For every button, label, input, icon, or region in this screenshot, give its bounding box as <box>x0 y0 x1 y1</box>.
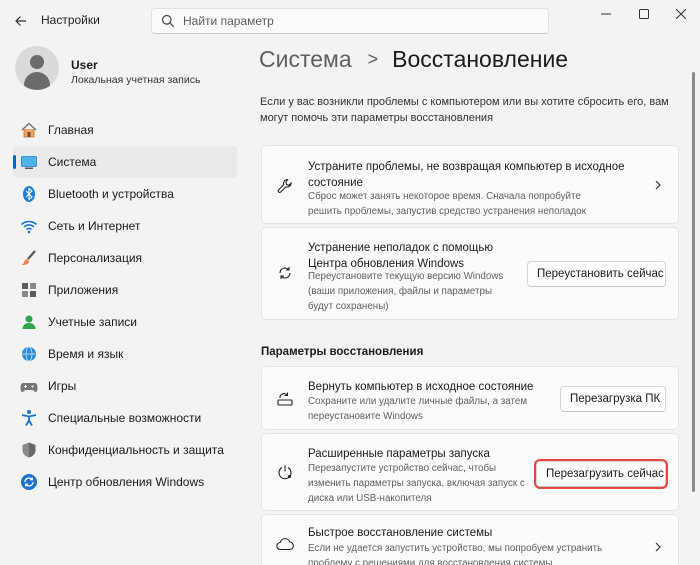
sidebar-item-label: Система <box>48 155 97 169</box>
card-description: Переустановите текущую версию Windows (в… <box>308 271 504 312</box>
card-title: Устраните проблемы, не возвращая компьют… <box>308 161 625 189</box>
brush-icon <box>20 249 38 267</box>
account-type: Локальная учетная запись <box>71 74 201 86</box>
avatar[interactable] <box>15 46 59 90</box>
refresh-icon <box>276 264 294 282</box>
chevron-right-icon <box>655 180 661 190</box>
search-box[interactable] <box>151 8 549 34</box>
sidebar-item-privacy[interactable]: Конфиденциальность и защита <box>13 434 237 466</box>
maximize-button[interactable] <box>627 4 661 24</box>
breadcrumb-separator: > <box>367 49 379 69</box>
close-button[interactable] <box>664 4 698 24</box>
avatar-body <box>24 72 50 90</box>
shield-icon <box>20 441 38 459</box>
sidebar-item-bluetooth[interactable]: Bluetooth и устройства <box>13 178 237 210</box>
breadcrumb-parent[interactable]: Система <box>259 46 352 73</box>
card-description: Сброс может занять некоторое время. Снач… <box>308 191 586 217</box>
system-icon <box>20 153 38 171</box>
search-input[interactable] <box>183 12 533 30</box>
card-title: Расширенные параметры запуска <box>308 448 490 460</box>
sidebar-item-label: Персонализация <box>48 251 143 265</box>
card-description: Сохраните или удалите личные файлы, а за… <box>308 396 528 422</box>
cloud-icon <box>276 535 294 553</box>
scrollbar[interactable] <box>692 72 695 492</box>
fix-problems-card[interactable]: Устраните проблемы, не возвращая компьют… <box>261 145 679 224</box>
sidebar-item-apps[interactable]: Приложения <box>13 274 237 306</box>
card-description: Если не удается запустить устройство, мы… <box>308 543 603 565</box>
windows-update-fix-card: Устранение неполадок с помощью Центра об… <box>261 227 679 320</box>
restart-now-button[interactable]: Перезагрузить сейчас <box>536 461 666 487</box>
reinstall-now-button[interactable]: Переустановить сейчас <box>527 261 666 287</box>
maximize-icon <box>639 9 649 19</box>
sidebar-item-label: Главная <box>48 123 94 137</box>
sidebar-item-accounts[interactable]: Учетные записи <box>13 306 237 338</box>
close-icon <box>676 9 686 19</box>
sidebar-item-time-language[interactable]: Время и язык <box>13 338 237 370</box>
advanced-startup-card: Расширенные параметры запуска Перезапуст… <box>261 433 679 511</box>
reset-icon <box>276 390 294 408</box>
sidebar-item-label: Время и язык <box>48 347 124 361</box>
minimize-icon <box>601 13 611 15</box>
sidebar-item-label: Приложения <box>48 283 119 297</box>
minimize-button[interactable] <box>589 4 623 24</box>
sidebar-item-label: Специальные возможности <box>48 411 202 425</box>
sidebar-item-gaming[interactable]: Игры <box>13 370 237 402</box>
quick-recovery-card[interactable]: Быстрое восстановление системы Если не у… <box>261 514 679 565</box>
sidebar-item-personalization[interactable]: Персонализация <box>13 242 237 274</box>
advanced-startup-icon <box>276 463 294 481</box>
home-icon <box>20 121 38 139</box>
sidebar-item-label: Центр обновления Windows <box>48 475 205 489</box>
page-description: Если у вас возникли проблемы с компьютер… <box>260 96 669 124</box>
section-title: Параметры восстановления <box>261 346 424 358</box>
page-title: Восстановление <box>392 46 569 72</box>
bluetooth-icon <box>20 185 38 203</box>
wrench-icon <box>276 177 294 195</box>
sidebar-item-network[interactable]: Сеть и Интернет <box>13 210 237 242</box>
user-name: User <box>71 58 98 72</box>
reset-pc-button[interactable]: Перезагрузка ПК <box>560 386 666 412</box>
avatar-head <box>30 55 44 69</box>
accounts-icon <box>20 313 38 331</box>
gamepad-icon <box>20 377 38 395</box>
chevron-right-icon <box>655 542 661 552</box>
sidebar-item-system[interactable]: Система <box>13 146 237 178</box>
accessibility-icon <box>20 409 38 427</box>
sidebar-item-label: Сеть и Интернет <box>48 219 141 233</box>
sidebar-item-label: Игры <box>48 379 77 393</box>
sidebar-item-accessibility[interactable]: Специальные возможности <box>13 402 237 434</box>
app-title: Настройки <box>41 13 100 27</box>
card-title: Устранение неполадок с помощью Центра об… <box>308 242 493 270</box>
search-icon <box>161 14 175 28</box>
wifi-icon <box>20 217 38 235</box>
apps-icon <box>20 281 38 299</box>
arrow-left-icon <box>15 16 26 26</box>
card-title: Быстрое восстановление системы <box>308 527 493 539</box>
card-description: Перезапустите устройство сейчас, чтобы и… <box>308 463 525 504</box>
title-bar: Настройки <box>0 0 700 40</box>
globe-icon <box>20 345 38 363</box>
sidebar-item-label: Конфиденциальность и защита <box>48 443 224 457</box>
sidebar-item-home[interactable]: Главная <box>13 114 237 146</box>
back-button[interactable] <box>10 10 32 32</box>
reset-pc-card: Вернуть компьютер в исходное состояние С… <box>261 366 679 430</box>
sidebar-item-label: Учетные записи <box>48 315 137 329</box>
sidebar-item-label: Bluetooth и устройства <box>48 187 174 201</box>
breadcrumb: Система > Восстановление <box>259 46 568 73</box>
sidebar: Главная Система Bluetooth и устройства С… <box>13 114 237 498</box>
sidebar-item-windows-update[interactable]: Центр обновления Windows <box>13 466 237 498</box>
update-icon <box>20 473 38 491</box>
